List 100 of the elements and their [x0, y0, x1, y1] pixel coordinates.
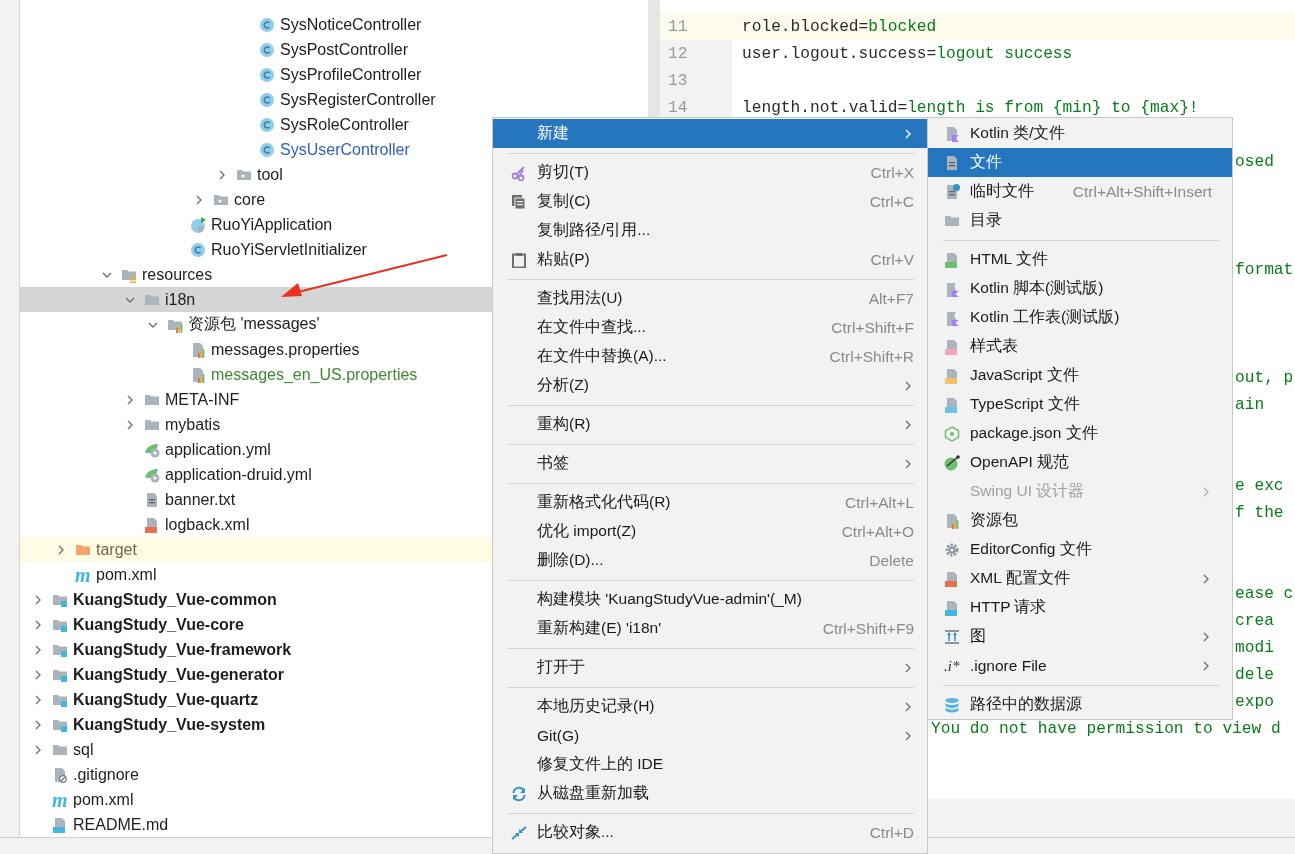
class-icon — [190, 241, 206, 258]
code-line: You do not have permission to view d — [931, 719, 1281, 738]
bundle-icon — [944, 512, 960, 529]
menu-item[interactable]: 重新格式化代码(R) Ctrl+Alt+L — [493, 488, 927, 517]
spring-config-icon — [144, 466, 160, 483]
menu-item[interactable]: 构建模块 'KuangStudyVue-admin'(_M) — [493, 585, 927, 614]
shortcut-text: Ctrl+Shift+F — [830, 318, 914, 337]
menu-item[interactable]: 目录 — [928, 206, 1232, 235]
menu-item[interactable]: Git(G) — [493, 721, 927, 750]
clipboard-icon — [511, 251, 527, 268]
menu-item[interactable]: 文件 — [928, 148, 1232, 177]
menu-item[interactable]: HTML 文件 — [928, 245, 1232, 274]
copy-icon — [511, 193, 527, 210]
code-line: user.logout.success=logout success — [741, 44, 1073, 63]
kotlin-script-icon — [944, 280, 960, 297]
shortcut-text: Ctrl+C — [868, 192, 914, 211]
code-line: format — [1235, 260, 1294, 279]
menu-item[interactable]: 打开于 — [493, 653, 927, 682]
openapi-icon — [944, 454, 960, 471]
line-number: 14 — [667, 98, 689, 117]
code-line: f the — [1235, 503, 1284, 522]
compare-icon — [511, 824, 527, 841]
tree-item[interactable]: SysNoticeController — [20, 12, 648, 37]
menu-item[interactable]: JavaScript 文件 — [928, 361, 1232, 390]
code-line: length.not.valid=length is from {min} to {max}! — [741, 98, 1199, 117]
menu-item[interactable]: 本地历史记录(H) — [493, 692, 927, 721]
class-icon — [259, 91, 275, 108]
shortcut-text: Ctrl+X — [869, 163, 914, 182]
menu-item[interactable]: OpenAPI 规范 — [928, 448, 1232, 477]
menu-item[interactable]: Kotlin 脚本(测试版) — [928, 274, 1232, 303]
reload-icon — [511, 785, 527, 802]
code-line: modi — [1235, 638, 1274, 657]
menu-item[interactable]: 比较对象... Ctrl+D — [493, 818, 927, 847]
menu-item[interactable]: Kotlin 类/文件 — [928, 119, 1232, 148]
shortcut-text: Ctrl+Alt+L — [844, 493, 914, 512]
node-icon — [944, 425, 960, 442]
code-line: osed — [1235, 152, 1274, 171]
shortcut-text: Ctrl+Alt+Shift+Insert — [1071, 182, 1212, 201]
menu-item[interactable]: 临时文件 Ctrl+Alt+Shift+Insert — [928, 177, 1232, 206]
tree-item[interactable]: SysRegisterController — [20, 87, 648, 112]
html-file-icon — [944, 251, 960, 268]
menu-item[interactable]: 粘贴(P) Ctrl+V — [493, 245, 927, 274]
kotlin-file-icon — [944, 125, 960, 142]
menu-item[interactable]: 图 — [928, 622, 1232, 651]
class-icon — [259, 16, 275, 33]
class-icon — [259, 41, 275, 58]
menu-item[interactable]: .i* .ignore File — [928, 651, 1232, 680]
http-request-icon — [944, 599, 960, 616]
menu-item[interactable]: HTTP 请求 — [928, 593, 1232, 622]
menu-item[interactable]: Kotlin 工作表(测试版) — [928, 303, 1232, 332]
menu-item[interactable]: 分析(Z) — [493, 371, 927, 400]
css-file-icon — [944, 338, 960, 355]
class-icon — [259, 66, 275, 83]
menu-item[interactable]: 剪切(T) Ctrl+X — [493, 158, 927, 187]
menu-item[interactable]: EditorConfig 文件 — [928, 535, 1232, 564]
menu-item[interactable]: 在文件中查找... Ctrl+Shift+F — [493, 313, 927, 342]
shortcut-text: Ctrl+D — [868, 823, 914, 842]
js-file-icon — [944, 367, 960, 384]
menu-item[interactable]: 路径中的数据源 — [928, 690, 1232, 719]
line-number: 13 — [667, 71, 689, 90]
menu-item[interactable]: 复制路径/引用... — [493, 216, 927, 245]
menu-item[interactable]: 新建 — [493, 119, 927, 148]
code-line: dele — [1235, 665, 1274, 684]
shortcut-text: Ctrl+Shift+F9 — [821, 619, 914, 638]
tree-item[interactable]: SysProfileController — [20, 62, 648, 87]
spring-config-icon — [144, 441, 160, 458]
cut-icon — [511, 164, 527, 181]
properties-file-icon — [190, 366, 206, 383]
menu-item[interactable]: XML 配置文件 — [928, 564, 1232, 593]
maven-icon: m — [75, 566, 91, 583]
ignore-file-icon: .i* — [944, 657, 960, 674]
ts-file-icon — [944, 396, 960, 413]
menu-item[interactable]: 重构(R) — [493, 410, 927, 439]
menu-item[interactable]: 重新构建(E) 'i18n' Ctrl+Shift+F9 — [493, 614, 927, 643]
code-line: role.blocked=blocked — [741, 17, 937, 36]
code-line: crea — [1235, 611, 1274, 630]
menu-item[interactable]: 在文件中替换(A)... Ctrl+Shift+R — [493, 342, 927, 371]
maven-icon: m — [52, 791, 68, 808]
code-line: ain — [1235, 395, 1265, 414]
shortcut-text: Delete — [868, 551, 914, 570]
menu-item[interactable]: 从磁盘重新加载 — [493, 779, 927, 808]
menu-item[interactable]: TypeScript 文件 — [928, 390, 1232, 419]
file-icon — [944, 154, 960, 171]
menu-item[interactable]: package.json 文件 — [928, 419, 1232, 448]
diagram-icon — [944, 628, 960, 645]
menu-item[interactable]: 书签 — [493, 449, 927, 478]
menu-item[interactable]: 样式表 — [928, 332, 1232, 361]
tree-item[interactable]: SysPostController — [20, 37, 648, 62]
shortcut-text: Alt+F7 — [867, 289, 914, 308]
menu-item[interactable]: 复制(C) Ctrl+C — [493, 187, 927, 216]
kotlin-script-icon — [944, 309, 960, 326]
ignored-file-icon — [52, 766, 68, 783]
menu-item[interactable]: 资源包 — [928, 506, 1232, 535]
class-icon — [259, 116, 275, 133]
properties-file-icon — [190, 341, 206, 358]
settings-icon — [944, 541, 960, 558]
markdown-file-icon — [52, 816, 68, 833]
code-line: expo — [1235, 692, 1274, 711]
text-file-icon — [144, 491, 160, 508]
menu-item[interactable]: 修复文件上的 IDE — [493, 750, 927, 779]
